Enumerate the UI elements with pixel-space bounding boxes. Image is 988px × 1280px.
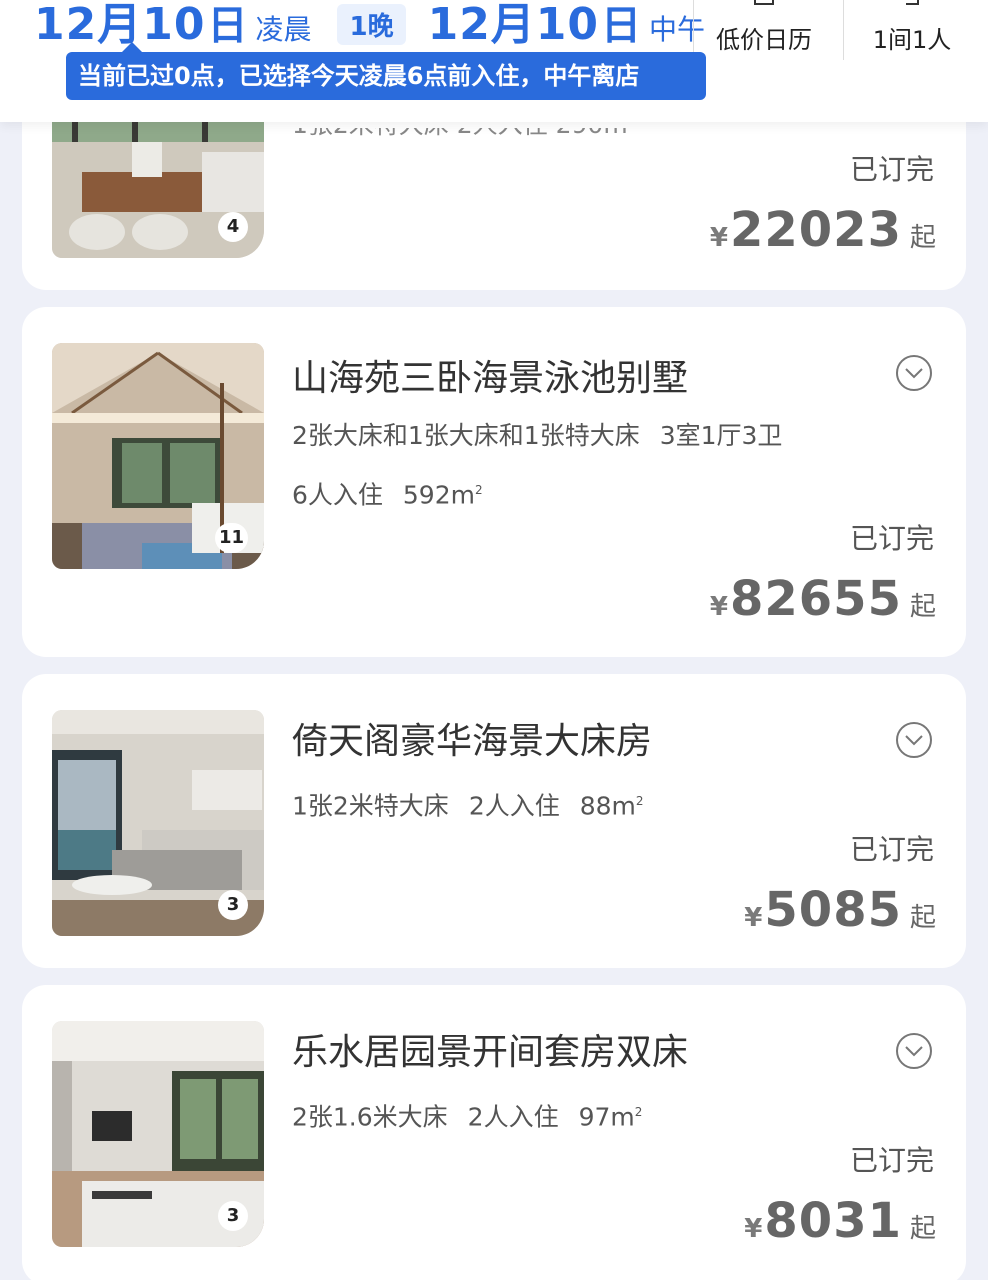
sold-out-label: 已订完 [849,153,934,186]
price: ¥ 82655 起 [710,571,936,627]
room-area: 88m [579,791,636,821]
room-area: 97m [578,1102,635,1132]
room-capacity-info: 6人入住 592m2 [292,471,483,514]
bed-config: 2张大床和1张大床和1张特大床 [292,421,640,450]
sold-out-label: 已订完 [849,522,934,555]
currency-symbol: ¥ [709,223,728,253]
room-card[interactable]: 11 山海苑三卧海景泳池别墅 2张大床和1张大床和1张特大床 3室1厅3卫 6人入… [22,307,966,657]
bed-config: 1张2米特大床 [292,791,449,821]
nights-badge: 1晚 [337,4,406,45]
price: ¥ 22023 起 [710,202,936,258]
header-divider [693,0,694,60]
calendar-icon [708,0,820,18]
price-suffix: 起 [909,1214,936,1244]
photo-count-badge: 3 [218,890,248,920]
price-suffix: 起 [909,223,936,253]
photo-count-badge: 4 [218,212,248,242]
price: ¥ 8031 起 [744,1193,936,1249]
chevron-down-circle-icon[interactable] [894,720,934,760]
bed-config: 2张1.6米大床 [292,1102,448,1132]
rooms-guests-label: 1间1人 [872,26,952,54]
header-divider [843,0,844,60]
currency-symbol: ¥ [744,1214,763,1244]
room-photo[interactable]: 3 [52,710,264,936]
currency-symbol: ¥ [709,592,728,622]
photo-count-badge: 3 [218,1201,248,1231]
price-suffix: 起 [909,592,936,622]
room-card[interactable]: 3 倚天阁豪华海景大床房 1张2米特大床 2人入住 88m2 已订完 ¥ 5085 … [22,674,966,968]
date-header: 12月10 日 凌晨 1晚 12月10 日 中午 低价日历 1间1人 当前已过0… [0,0,988,122]
room-title: 山海苑三卧海景泳池别墅 [292,358,689,399]
area-unit-sup: 2 [635,794,644,808]
door-icon [866,0,958,18]
price-amount: 8031 [764,1193,902,1249]
checkout-day-suffix: 日 [601,3,642,49]
checkin-tooltip: 当前已过0点，已选择今天凌晨6点前入住，中午离店 [66,42,706,100]
price-amount: 5085 [764,882,902,938]
currency-symbol: ¥ [744,903,763,933]
checkout-date[interactable]: 12月10 [428,0,599,52]
chevron-down-circle-icon[interactable] [894,1031,934,1071]
room-title: 乐水居园景开间套房双床 [292,1032,689,1073]
occupancy: 2人入住 [468,791,560,821]
room-photo[interactable]: 3 [52,1021,264,1247]
room-area: 592m [402,480,475,510]
room-layout: 3室1厅3卫 [659,421,783,450]
checkin-date[interactable]: 12月10 [34,0,205,52]
checkin-period: 凌晨 [255,13,312,46]
occupancy: 6人入住 [292,480,383,510]
rooms-guests-button[interactable]: 1间1人 [866,0,958,60]
price-amount: 22023 [729,202,902,258]
room-info: 2张1.6米大床 2人入住 97m2 [292,1093,642,1136]
room-info: 1张2米特大床 2人入住 88m2 [292,782,644,825]
date-selector[interactable]: 12月10 日 凌晨 1晚 12月10 日 中午 [34,0,706,50]
area-unit-sup: 2 [474,483,483,497]
photo-count-badge: 11 [214,523,248,553]
area-unit-sup: 2 [634,1105,643,1119]
price-amount: 82655 [729,571,902,627]
checkout-period: 中午 [649,13,706,46]
room-bed-info: 2张大床和1张大床和1张特大床 3室1厅3卫 [292,417,782,455]
room-card[interactable]: 3 乐水居园景开间套房双床 2张1.6米大床 2人入住 97m2 已订完 ¥ 803… [22,985,966,1280]
room-title: 倚天阁豪华海景大床房 [292,721,653,762]
checkin-day-suffix: 日 [207,3,248,49]
occupancy: 2人入住 [467,1102,559,1132]
room-photo[interactable]: 11 [52,343,264,569]
low-price-calendar-label: 低价日历 [716,26,812,54]
low-price-calendar-button[interactable]: 低价日历 [708,0,820,60]
sold-out-label: 已订完 [849,1144,934,1177]
price-suffix: 起 [909,903,936,933]
chevron-down-circle-icon[interactable] [894,353,934,393]
price: ¥ 5085 起 [744,882,936,938]
sold-out-label: 已订完 [849,833,934,866]
